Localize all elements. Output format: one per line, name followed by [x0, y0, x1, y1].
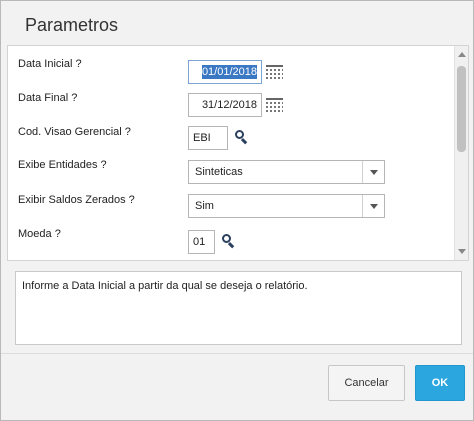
- moeda-label: Moeda ?: [18, 228, 61, 240]
- footer-divider: [1, 353, 473, 354]
- search-icon[interactable]: [235, 130, 249, 145]
- help-text: Informe a Data Inicial a partir da qual …: [15, 271, 462, 345]
- data-inicial-field[interactable]: 01/01/2018: [188, 60, 262, 84]
- data-final-field[interactable]: 31/12/2018: [188, 93, 262, 117]
- exibir-saldos-label: Exibir Saldos Zerados ?: [18, 194, 135, 206]
- chevron-down-icon[interactable]: [362, 195, 384, 217]
- exibir-saldos-select[interactable]: Sim: [188, 194, 385, 218]
- calendar-icon[interactable]: [266, 65, 283, 79]
- parametros-dialog: Parametros Data Inicial ? 01/01/2018 Dat…: [0, 0, 474, 421]
- ok-button[interactable]: OK: [415, 365, 465, 401]
- cancel-button[interactable]: Cancelar: [328, 365, 405, 401]
- scroll-down-icon[interactable]: [458, 249, 466, 254]
- cod-visao-field[interactable]: EBI: [188, 126, 228, 150]
- moeda-field[interactable]: 01: [188, 230, 215, 254]
- data-final-label: Data Final ?: [18, 92, 78, 104]
- chevron-down-icon[interactable]: [362, 161, 384, 183]
- exibe-entidades-label: Exibe Entidades ?: [18, 159, 107, 171]
- cod-visao-label: Cod. Visao Gerencial ?: [18, 126, 131, 138]
- parameters-panel: Data Inicial ? 01/01/2018 Data Final ? 3…: [7, 45, 469, 261]
- calendar-icon[interactable]: [266, 98, 283, 112]
- dialog-title: Parametros: [25, 15, 119, 35]
- params-scrollbar[interactable]: [454, 46, 468, 260]
- data-inicial-label: Data Inicial ?: [18, 58, 82, 70]
- scroll-thumb[interactable]: [457, 66, 466, 152]
- search-icon[interactable]: [222, 234, 236, 249]
- scroll-up-icon[interactable]: [458, 52, 466, 57]
- exibe-entidades-select[interactable]: Sinteticas: [188, 160, 385, 184]
